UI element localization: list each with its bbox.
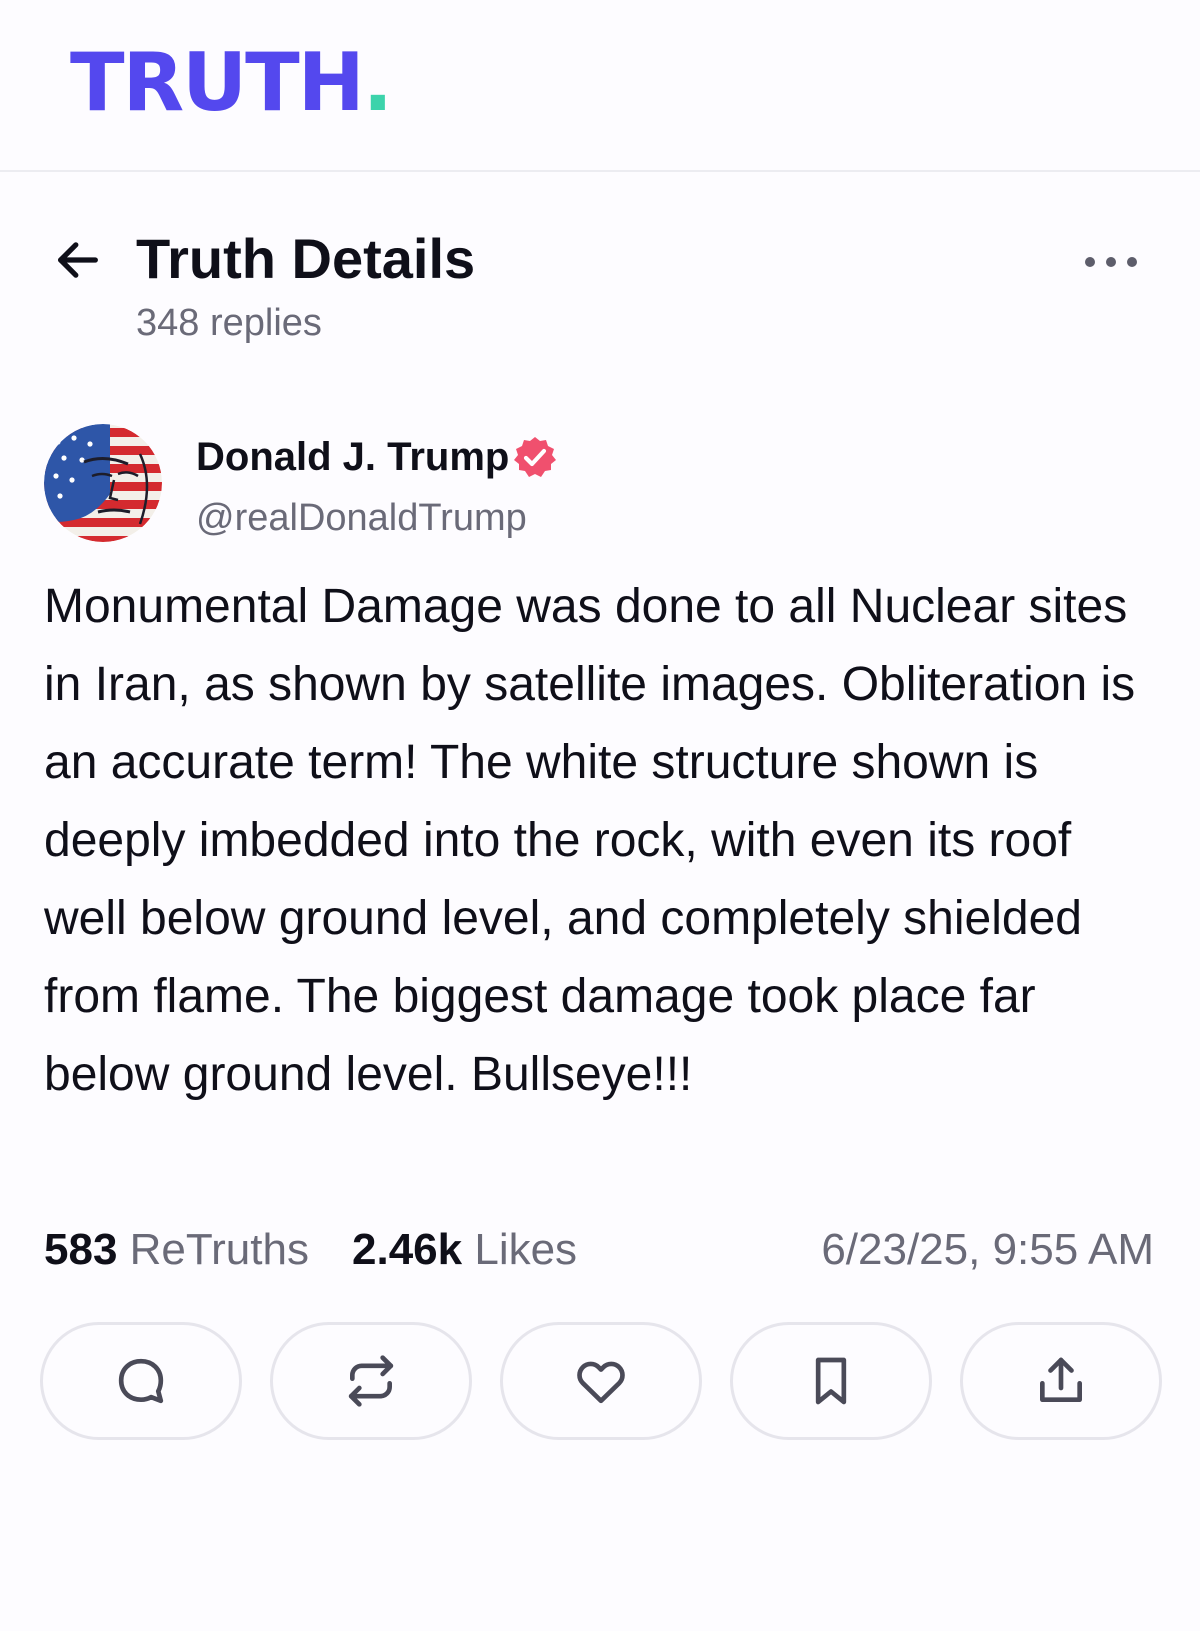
post-timestamp: 6/23/25, 9:55 AM [821,1225,1154,1274]
author-avatar-image [44,424,162,542]
like-button[interactable] [500,1322,702,1440]
bookmark-button[interactable] [730,1322,932,1440]
reply-button[interactable] [40,1322,242,1440]
likes-label: Likes [474,1225,578,1274]
retruth-icon [348,1355,394,1407]
action-bar [40,1322,1162,1444]
truth-logo[interactable]: TRUTH. [70,36,393,129]
retruths-label: ReTruths [129,1225,309,1274]
top-bar: TRUTH. [0,0,1200,172]
logo-word: TRUTH [70,36,365,129]
likes-stat[interactable]: 2.46k Likes [352,1222,577,1278]
avatar[interactable] [44,424,162,542]
author-handle[interactable]: @realDonaldTrump [196,494,527,542]
retruths-stat[interactable]: 583 ReTruths [44,1222,309,1278]
share-icon [1040,1357,1082,1402]
reply-count: 348 replies [136,302,322,344]
retruth-button[interactable] [270,1322,472,1440]
author-name[interactable]: Donald J. Trump [196,432,509,482]
retruths-count: 583 [44,1225,118,1274]
page-header: Truth Details 348 replies [0,220,1200,350]
logo-dot: . [362,36,393,129]
more-options-button[interactable] [1078,240,1144,284]
post-text: Monumental Damage was done to all Nuclea… [44,580,1136,1101]
more-horizontal-icon [1085,257,1137,267]
page-title: Truth Details [136,227,476,290]
truth-details-screen: TRUTH. Truth Details 348 replies Donald … [0,0,1200,1631]
likes-count: 2.46k [352,1225,463,1274]
bookmark-icon [815,1357,847,1405]
like-icon [577,1361,625,1404]
share-button[interactable] [960,1322,1162,1440]
back-button[interactable] [50,232,106,288]
post-stats: 583 ReTruths 2.46k Likes 6/23/25, 9:55 A… [44,1222,1154,1278]
verified-badge-icon [512,435,558,481]
reply-icon [118,1358,164,1404]
arrow-left-icon [58,242,98,278]
